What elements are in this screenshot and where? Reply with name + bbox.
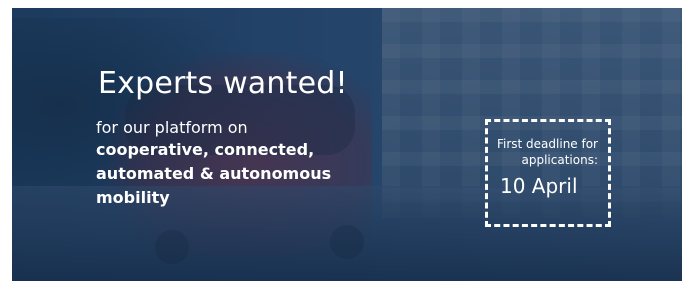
emphasis-line-2: automated & autonomous — [96, 164, 332, 183]
hero-banner[interactable]: Experts wanted! for our platform on coop… — [12, 8, 682, 281]
deadline-date: 10 April — [500, 174, 578, 198]
banner-emphasis: cooperative, connected, automated & auto… — [96, 138, 331, 210]
deadline-line-2: applications: — [521, 153, 599, 167]
banner-lead-text: for our platform on — [96, 118, 248, 137]
banner-title: Experts wanted! — [98, 66, 348, 101]
emphasis-line-3: mobility — [96, 188, 170, 207]
emphasis-line-1: cooperative, connected, — [96, 140, 315, 159]
deadline-line-1: First deadline for — [496, 137, 598, 151]
deadline-box: First deadline for applications: 10 Apri… — [485, 119, 611, 227]
